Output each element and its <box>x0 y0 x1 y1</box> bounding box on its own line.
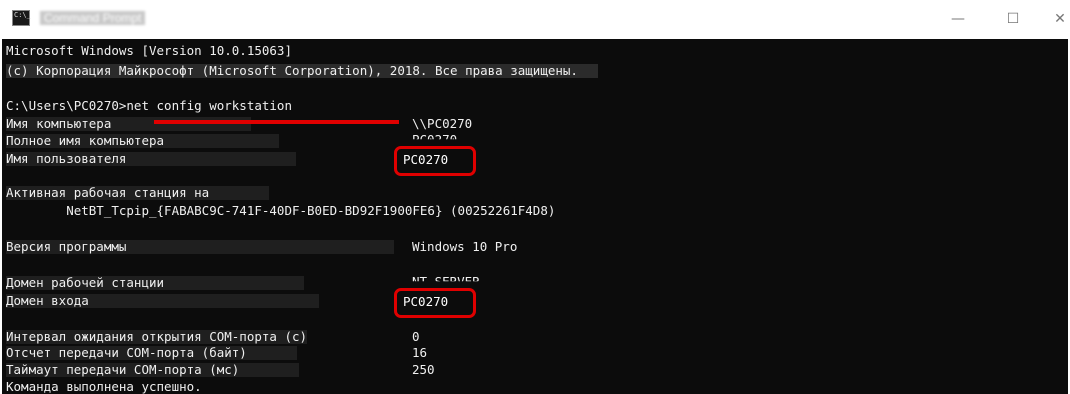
maximize-button[interactable]: ☐ <box>990 0 1036 39</box>
window-title: Command Prompt <box>40 11 146 25</box>
active-station-label: Активная рабочая станция на <box>6 186 270 200</box>
annotation-underline <box>154 120 399 124</box>
copyright-line: (c) Корпорация Майкрософт (Microsoft Cor… <box>6 64 598 78</box>
annotation-box-logon-domain: PC0270 <box>394 288 476 318</box>
console-output[interactable]: Microsoft Windows [Version 10.0.15063] (… <box>2 39 1068 394</box>
com-send-count-label: Отсчет передачи COM-порта (байт) <box>6 346 297 360</box>
com-send-timeout-value: 250 <box>412 362 435 377</box>
command-prompt-icon[interactable] <box>12 10 31 26</box>
version-line: Microsoft Windows [Version 10.0.15063] <box>6 43 292 58</box>
computer-name-value: \\PC0270 <box>412 116 473 131</box>
full-computer-name-label: Полное имя компьютера <box>6 134 280 148</box>
command-completed-line: Команда выполнена успешно. <box>6 379 202 394</box>
com-open-timeout-value: 0 <box>412 329 420 344</box>
close-button[interactable]: ✕ <box>1037 0 1070 39</box>
logon-domain-label: Домен входа <box>6 294 319 308</box>
com-open-timeout-label: Интервал ожидания открытия COM-порта (с) <box>6 329 308 344</box>
logon-domain-value: PC0270 <box>403 294 449 309</box>
active-station-value: NetBT_Tcpip_{FABABC9C-741F-40DF-B0ED-BD9… <box>6 203 556 218</box>
command-prompt-line: C:\Users\PC0270>net config workstation <box>6 98 292 113</box>
minimize-button[interactable]: — <box>935 0 981 39</box>
full-computer-name-value: PC0270 <box>412 132 458 147</box>
user-name-label: Имя пользователя <box>6 152 297 166</box>
software-version-label: Версия программы <box>6 240 395 254</box>
com-send-count-value: 16 <box>412 345 428 360</box>
window-titlebar: Command Prompt — ☐ ✕ <box>0 0 1070 39</box>
annotation-box-user-name: PC0270 <box>394 146 476 176</box>
workstation-domain-label: Домен рабочей станции <box>6 276 305 290</box>
com-send-timeout-label: Таймаут передачи COM-порта (мс) <box>6 363 300 377</box>
software-version-value: Windows 10 Pro <box>412 239 518 254</box>
workstation-domain-value: NT-SERVER <box>412 274 480 289</box>
user-name-value: PC0270 <box>403 152 449 167</box>
